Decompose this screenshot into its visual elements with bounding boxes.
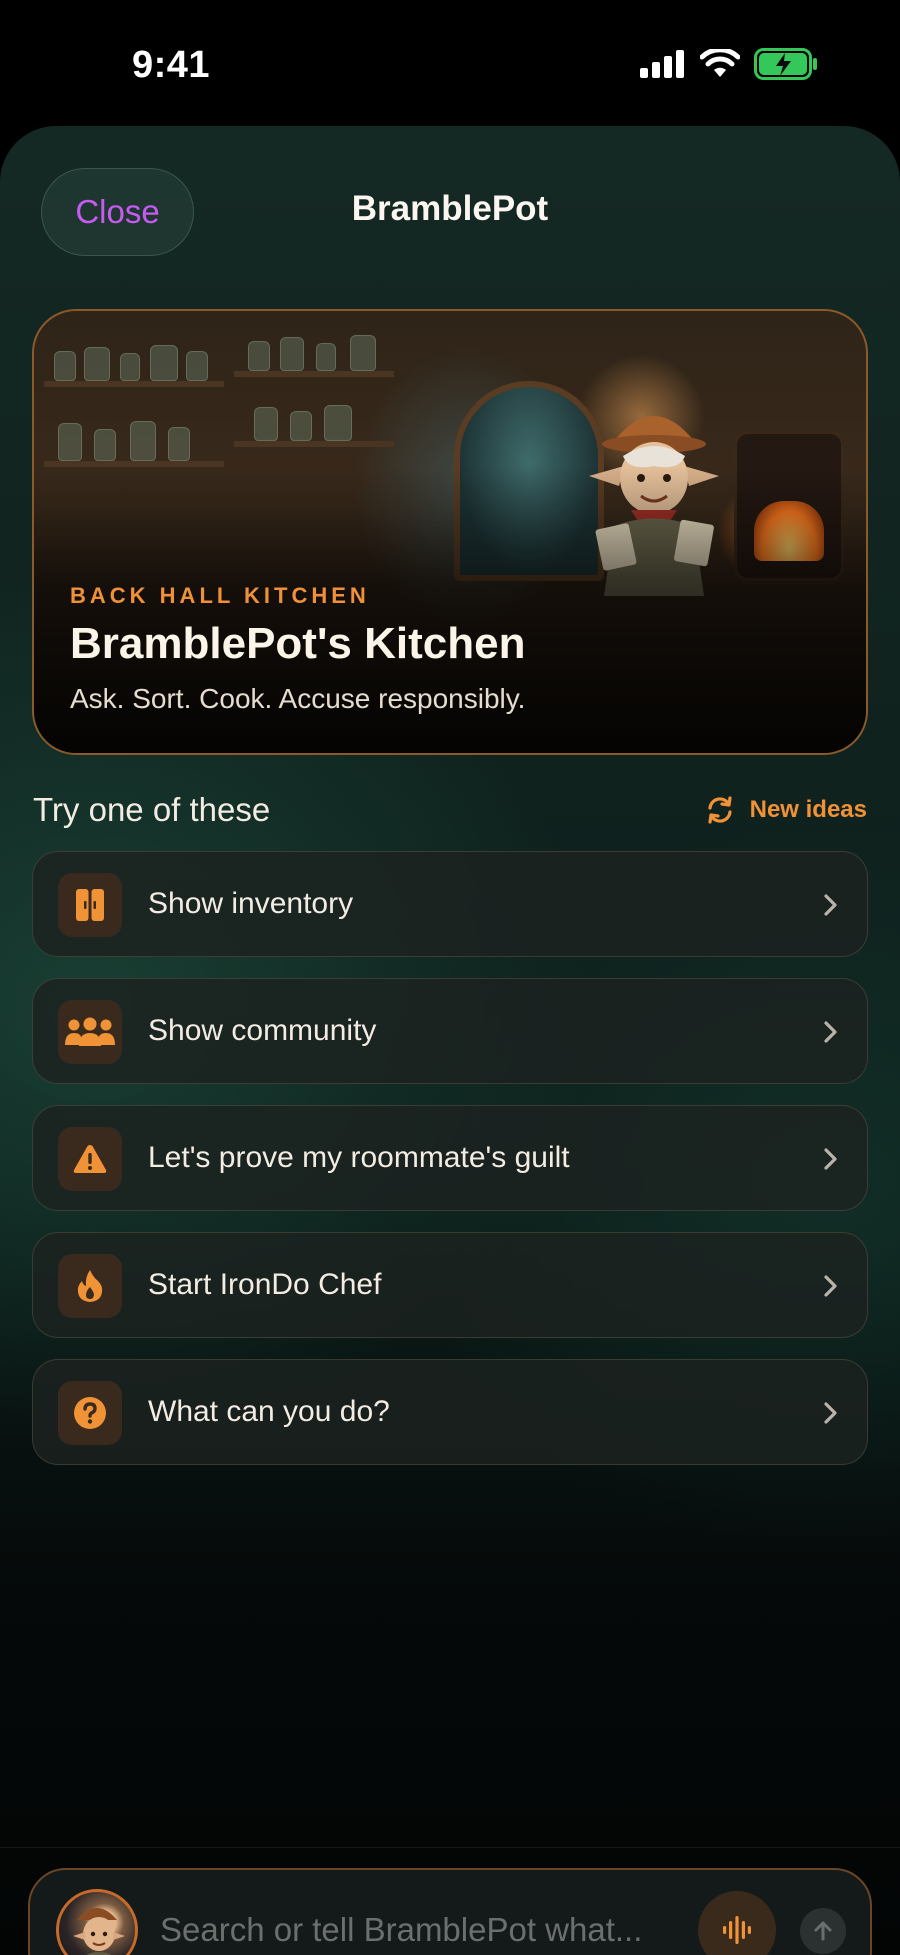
suggestion-label: Show inventory (148, 887, 354, 920)
chevron-right-icon (824, 1402, 837, 1424)
chevron-right-icon (824, 1021, 837, 1043)
suggestion-label: Start IronDo Chef (148, 1268, 382, 1301)
status-time: 9:41 (132, 44, 211, 86)
hero-subtitle: Ask. Sort. Cook. Accuse responsibly. (70, 683, 526, 714)
suggestion-show-community[interactable]: Show community (32, 978, 868, 1084)
wifi-icon (700, 49, 740, 77)
refresh-icon (708, 796, 732, 824)
composer-input[interactable] (160, 1906, 720, 1954)
new-ideas-label: New ideas (749, 796, 867, 823)
battery-charging-icon (754, 48, 817, 80)
suggestion-label: What can you do? (148, 1395, 390, 1428)
hero-card[interactable]: BACK HALL KITCHEN BramblePot's Kitchen A… (32, 309, 868, 755)
composer-bar (28, 1868, 872, 1955)
bramblepot-avatar[interactable] (56, 1889, 138, 1955)
question-icon (74, 1397, 106, 1429)
composer-divider (0, 1847, 900, 1848)
suggestion-start-irondo-chef[interactable]: Start IronDo Chef (32, 1232, 868, 1338)
suggestion-show-inventory[interactable]: Show inventory (32, 851, 868, 957)
warning-icon (73, 1145, 107, 1173)
bottom-sheet: Close BramblePot BACK HALL KITCHEN Bramb… (0, 126, 900, 1955)
hero-kicker: BACK HALL KITCHEN (70, 583, 370, 608)
cellular-signal-icon (640, 50, 684, 78)
suggestion-label: Let's prove my roommate's guilt (148, 1141, 570, 1174)
chevron-right-icon (824, 1148, 837, 1170)
send-button[interactable] (800, 1908, 846, 1954)
waveform-icon (723, 1916, 751, 1944)
arrow-up-icon (814, 1921, 832, 1941)
suggestions-title: Try one of these (33, 791, 271, 828)
people-icon (65, 1017, 115, 1046)
voice-button[interactable] (698, 1891, 776, 1955)
hero-title: BramblePot's Kitchen (70, 619, 526, 668)
sheet-title: BramblePot (351, 189, 549, 228)
flame-icon (77, 1270, 103, 1302)
status-icons (640, 48, 818, 80)
cabinet-icon (76, 889, 104, 921)
suggestion-prove-roommate-guilt[interactable]: Let's prove my roommate's guilt (32, 1105, 868, 1211)
status-bar: 9:41 (0, 0, 900, 126)
suggestion-label: Show community (148, 1014, 377, 1047)
suggestion-what-can-you-do[interactable]: What can you do? (32, 1359, 868, 1465)
new-ideas-button[interactable]: New ideas (704, 794, 867, 826)
chevron-right-icon (824, 894, 837, 916)
chevron-right-icon (824, 1275, 837, 1297)
